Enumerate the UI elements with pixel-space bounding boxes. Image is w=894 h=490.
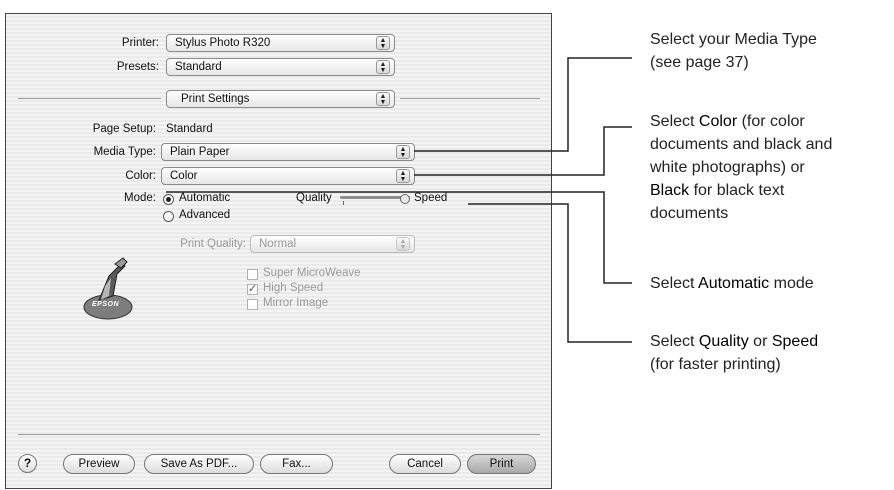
callout-quality-mid: or bbox=[748, 333, 772, 350]
callout-automatic-word: Automatic bbox=[698, 275, 770, 292]
callout-quality-word: Quality bbox=[698, 333, 749, 350]
callout-color-line5: documents bbox=[650, 205, 729, 222]
callout-color: Select Color (for color documents and bl… bbox=[650, 110, 832, 225]
callout-color-word: Color bbox=[698, 113, 738, 130]
callout-mode-post: mode bbox=[769, 275, 814, 292]
callout-quality-pre: Select bbox=[650, 333, 699, 350]
callout-mode: Select Automatic mode bbox=[650, 272, 814, 295]
callout-media-line1: Select your Media Type bbox=[650, 31, 817, 48]
callout-quality-line2: (for faster printing) bbox=[650, 356, 781, 373]
callout-quality-speed: Select Quality or Speed (for faster prin… bbox=[650, 330, 818, 376]
callout-media-type: Select your Media Type (see page 37) bbox=[650, 28, 817, 74]
callout-color-post1: (for color bbox=[737, 113, 805, 130]
callout-color-line2: documents and black and bbox=[650, 136, 833, 153]
callout-media-line2: (see page 37) bbox=[650, 54, 749, 71]
callout-line-mode bbox=[166, 191, 632, 284]
callout-color-line3: white photographs) or bbox=[650, 159, 805, 176]
callout-line-quality bbox=[468, 203, 632, 343]
callout-color-post4: for black text bbox=[689, 182, 785, 199]
callout-line-media bbox=[414, 57, 632, 152]
callout-black-word: Black bbox=[650, 182, 690, 199]
callout-speed-word: Speed bbox=[771, 333, 819, 350]
callout-color-pre: Select bbox=[650, 113, 699, 130]
callout-mode-pre: Select bbox=[650, 275, 699, 292]
